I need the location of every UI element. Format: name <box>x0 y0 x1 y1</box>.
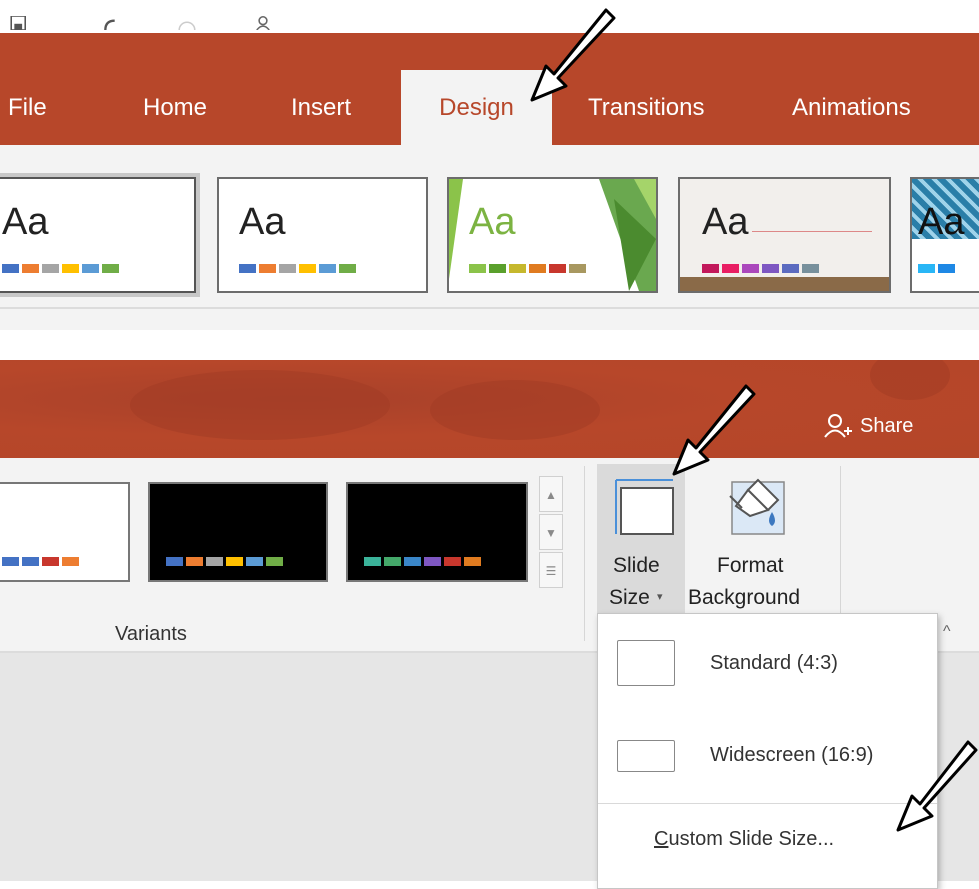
quick-access-toolbar <box>0 0 979 33</box>
ribbon-tabs: File Home Insert Design Transitions Anim… <box>0 70 979 145</box>
custom-slide-size-option[interactable]: Custom Slide Size... <box>598 810 937 870</box>
title-bar: Share <box>0 360 979 458</box>
theme-color-swatches <box>918 264 955 273</box>
slide-size-dropdown: Standard (4:3) Widescreen (16:9) Custom … <box>597 613 938 889</box>
scroll-down-button[interactable]: ▼ <box>539 514 563 550</box>
format-background-label-line2: Background <box>688 586 801 609</box>
paint-bucket-icon <box>729 478 785 535</box>
gallery-more-button[interactable]: ☰ <box>539 552 563 588</box>
theme-sample-text: Aa <box>239 201 286 243</box>
theme-thumbnail[interactable]: Aa <box>447 177 658 293</box>
undo-icon[interactable] <box>100 16 120 30</box>
variant-thumbnail[interactable] <box>0 482 130 582</box>
presenter-icon[interactable] <box>248 16 278 30</box>
slide-size-menu-screenshot: Share ▲ ▼ ☰ Variants Slide Size ▾ Format… <box>0 360 979 889</box>
theme-sample-text: Aa <box>2 201 49 243</box>
scroll-up-button[interactable]: ▲ <box>539 476 563 512</box>
variants-group-label: Variants <box>115 623 187 645</box>
theme-sample-text: Aa <box>469 201 516 243</box>
tab-file[interactable]: File <box>8 70 47 145</box>
slide-size-button[interactable]: Slide Size ▾ <box>597 464 685 616</box>
standard-label: Standard (4:3) <box>710 652 838 674</box>
theme-sample-text: Aa <box>918 201 965 243</box>
chevron-down-icon: ▾ <box>657 591 663 603</box>
tab-design[interactable]: Design <box>401 70 552 145</box>
custom-slide-size-label: Custom Slide Size... <box>654 828 834 851</box>
widescreen-option[interactable]: Widescreen (16:9) <box>598 714 937 800</box>
title-underline <box>752 231 872 232</box>
format-background-label-line1: Format <box>717 554 784 577</box>
share-label: Share <box>860 415 914 437</box>
slide-size-label-line2: Size <box>609 586 650 609</box>
slide-size-icon <box>615 479 674 535</box>
redo-icon[interactable] <box>175 16 199 30</box>
theme-color-swatches <box>702 264 819 273</box>
theme-color-swatches <box>469 264 586 273</box>
access-key-letter: C <box>654 828 669 850</box>
variant-color-swatches <box>2 557 79 566</box>
variant-thumbnail[interactable] <box>346 482 528 582</box>
variant-color-swatches <box>364 557 481 566</box>
menu-separator <box>598 803 937 804</box>
save-icon[interactable] <box>8 16 30 30</box>
theme-sample-text: Aa <box>702 201 749 243</box>
variant-thumbnail[interactable] <box>148 482 328 582</box>
group-separator <box>584 466 585 641</box>
widescreen-thumbnail <box>617 740 675 772</box>
widescreen-label: Widescreen (16:9) <box>710 744 874 766</box>
theme-thumbnail[interactable]: Aa <box>217 177 428 293</box>
wood-strip <box>680 277 889 291</box>
theme-color-swatches <box>239 264 356 273</box>
theme-thumbnail[interactable]: Aa <box>910 177 979 293</box>
share-person-icon <box>824 414 852 438</box>
gallery-scrollbar: ▲ ▼ ☰ <box>539 476 563 588</box>
slide-size-label-line1: Slide <box>613 554 660 577</box>
theme-color-swatches <box>2 264 119 273</box>
theme-thumbnail[interactable]: Aa <box>0 177 196 293</box>
format-background-button[interactable]: Format Background <box>686 458 826 610</box>
gallery-divider <box>0 307 979 309</box>
variant-color-swatches <box>166 557 283 566</box>
tab-animations[interactable]: Animations <box>792 70 911 145</box>
standard-thumbnail <box>617 640 675 686</box>
standard-option[interactable]: Standard (4:3) <box>598 622 937 708</box>
themes-gallery: Aa Aa Aa Aa Aa <box>0 145 979 330</box>
tab-insert[interactable]: Insert <box>291 70 351 145</box>
design-tab-screenshot: File Home Insert Design Transitions Anim… <box>0 0 979 330</box>
tab-transitions[interactable]: Transitions <box>588 70 704 145</box>
collapse-ribbon-icon[interactable]: ^ <box>943 623 951 641</box>
tab-home[interactable]: Home <box>143 70 207 145</box>
custom-label-rest: ustom Slide Size... <box>668 828 835 850</box>
theme-thumbnail[interactable]: Aa <box>678 177 891 293</box>
